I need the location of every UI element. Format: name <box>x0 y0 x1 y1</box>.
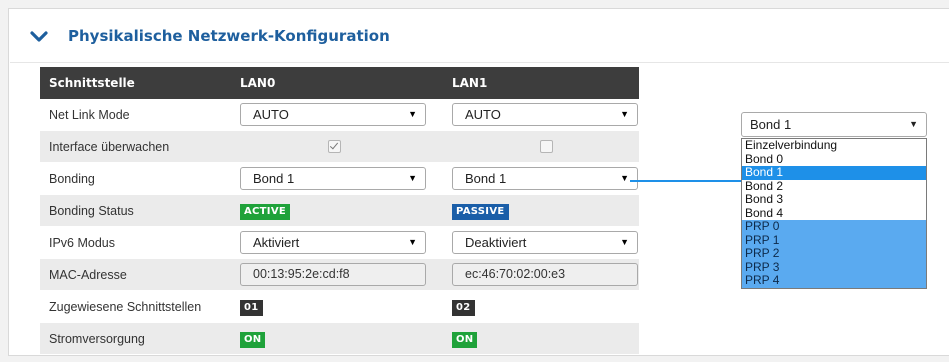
caret-down-icon: ▼ <box>909 119 918 129</box>
cell-lan0: ACTIVE <box>231 194 443 227</box>
bonding-lan1-select[interactable]: Bond 1 ▼ <box>452 167 638 190</box>
caret-down-icon: ▼ <box>408 173 417 183</box>
cell-lan0: AUTO ▼ <box>231 99 443 131</box>
cell-lan1: PASSIVE <box>443 194 639 227</box>
dropdown-option[interactable]: PRP 0 <box>742 219 926 234</box>
dropdown-option[interactable]: Bond 3 <box>742 192 926 207</box>
bonding-lan0-select[interactable]: Bond 1 ▼ <box>240 167 426 190</box>
dropdown-option[interactable]: PRP 2 <box>742 246 926 261</box>
select-value: Bond 1 <box>465 171 507 186</box>
power-badge: ON <box>240 331 266 348</box>
cell-lan1: AUTO ▼ <box>443 99 639 131</box>
interface-badge: 01 <box>240 299 263 316</box>
select-value: Bond 1 <box>253 171 295 186</box>
cell-lan1: ON <box>443 322 639 355</box>
status-badge-passive: PASSIVE <box>452 203 509 220</box>
bonding-dropdown-select[interactable]: Bond 1 ▼ <box>741 112 927 137</box>
header-interface: Schnittstelle <box>40 67 231 99</box>
row-label: Bonding Status <box>40 194 231 227</box>
row-label: MAC-Adresse <box>40 258 231 291</box>
monitor-lan1-checkbox[interactable] <box>540 140 553 153</box>
dropdown-option[interactable]: Bond 0 <box>742 152 926 167</box>
cell-lan1 <box>443 130 639 163</box>
callout-connector-line <box>630 180 741 182</box>
cell-lan0: ON <box>231 322 443 355</box>
section-title[interactable]: Physikalische Netzwerk-Konfiguration <box>68 27 390 45</box>
caret-down-icon: ▼ <box>408 237 417 247</box>
dropdown-option[interactable]: PRP 3 <box>742 260 926 274</box>
row-label: Stromversorgung <box>40 322 231 355</box>
table-header-row: Schnittstelle LAN0 LAN1 <box>40 67 639 99</box>
select-value: Aktiviert <box>253 235 300 250</box>
dropdown-option[interactable]: PRP 1 <box>742 233 926 247</box>
row-assigned: Zugewiesene Schnittstellen 01 02 <box>40 290 639 323</box>
cell-lan0: Aktiviert ▼ <box>231 226 443 259</box>
row-label: Zugewiesene Schnittstellen <box>40 290 231 323</box>
dropdown-option[interactable]: Einzelverbindung <box>742 138 926 153</box>
dropdown-value: Bond 1 <box>750 117 792 132</box>
status-badge-active: ACTIVE <box>240 203 290 220</box>
bonding-dropdown-list: Einzelverbindung Bond 0 Bond 1 Bond 2 Bo… <box>741 138 927 289</box>
cell-lan1: ec:46:70:02:00:e3 <box>443 258 639 291</box>
ipv6-lan0-select[interactable]: Aktiviert ▼ <box>240 231 426 254</box>
row-ipv6: IPv6 Modus Aktiviert ▼ Deaktiviert ▼ <box>40 226 639 259</box>
dropdown-option[interactable]: Bond 2 <box>742 179 926 194</box>
net-link-mode-lan1-select[interactable]: AUTO ▼ <box>452 103 638 126</box>
mac-lan0-field: 00:13:95:2e:cd:f8 <box>240 263 426 286</box>
caret-down-icon: ▼ <box>408 109 417 119</box>
dropdown-option-selected[interactable]: Bond 1 <box>742 165 926 180</box>
interface-badge: 02 <box>452 299 475 316</box>
cell-lan1: Deaktiviert ▼ <box>443 226 639 259</box>
select-value: AUTO <box>465 107 501 122</box>
row-bonding-status: Bonding Status ACTIVE PASSIVE <box>40 194 639 227</box>
header-lan0: LAN0 <box>231 67 443 99</box>
row-label: Bonding <box>40 162 231 195</box>
caret-down-icon: ▼ <box>620 237 629 247</box>
cell-lan0 <box>231 130 443 163</box>
interface-table: Schnittstelle LAN0 LAN1 Net Link Mode AU… <box>40 67 639 355</box>
mac-lan1-field: ec:46:70:02:00:e3 <box>452 263 638 286</box>
cell-lan1: 02 <box>443 290 639 323</box>
cell-lan0: 00:13:95:2e:cd:f8 <box>231 258 443 291</box>
row-net-link-mode: Net Link Mode AUTO ▼ AUTO ▼ <box>40 99 639 131</box>
row-power: Stromversorgung ON ON <box>40 322 639 355</box>
row-label: Net Link Mode <box>40 99 231 131</box>
monitor-lan0-checkbox[interactable] <box>328 140 341 153</box>
caret-down-icon: ▼ <box>620 109 629 119</box>
select-value: AUTO <box>253 107 289 122</box>
dropdown-option[interactable]: Bond 4 <box>742 206 926 221</box>
row-label: IPv6 Modus <box>40 226 231 259</box>
section-header[interactable]: Physikalische Netzwerk-Konfiguration <box>10 10 949 63</box>
cell-lan0: Bond 1 ▼ <box>231 162 443 195</box>
cell-lan1: Bond 1 ▼ <box>443 162 639 195</box>
row-bonding: Bonding Bond 1 ▼ Bond 1 ▼ <box>40 162 639 195</box>
ipv6-lan1-select[interactable]: Deaktiviert ▼ <box>452 231 638 254</box>
power-badge: ON <box>452 331 478 348</box>
row-mac: MAC-Adresse 00:13:95:2e:cd:f8 ec:46:70:0… <box>40 258 639 291</box>
row-interface-monitor: Interface überwachen <box>40 130 639 163</box>
net-link-mode-lan0-select[interactable]: AUTO ▼ <box>240 103 426 126</box>
select-value: Deaktiviert <box>465 235 527 250</box>
row-label: Interface überwachen <box>40 130 231 163</box>
dropdown-option[interactable]: PRP 4 <box>742 273 926 288</box>
chevron-down-icon[interactable] <box>30 31 48 43</box>
header-lan1: LAN1 <box>443 67 639 99</box>
cell-lan0: 01 <box>231 290 443 323</box>
caret-down-icon: ▼ <box>620 173 629 183</box>
